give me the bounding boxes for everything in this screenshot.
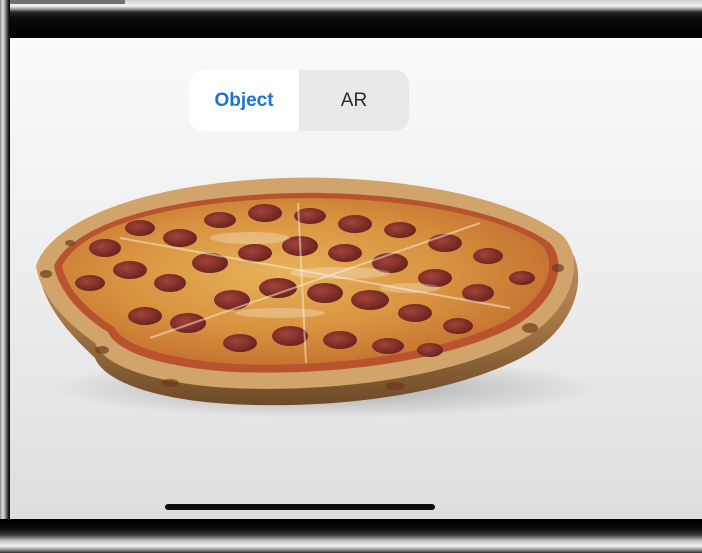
device-frame-bottom — [0, 519, 702, 553]
home-indicator[interactable] — [165, 504, 435, 510]
quick-look-viewer: Object AR — [10, 38, 702, 519]
pizza-3d-model[interactable] — [10, 38, 702, 519]
device-frame-left — [0, 0, 10, 553]
device-frame-top — [0, 0, 702, 38]
